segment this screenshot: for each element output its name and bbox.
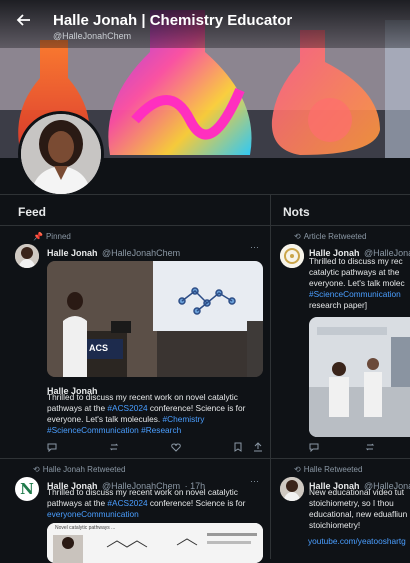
- retweet-icon: ⟲: [33, 465, 40, 474]
- post-divider: [271, 458, 410, 459]
- more-options-icon[interactable]: ···: [250, 476, 259, 486]
- avatar[interactable]: [15, 244, 39, 268]
- section-divider: [0, 194, 410, 195]
- hashtag-link[interactable]: #ScienceCommunication: [309, 289, 410, 300]
- post-text: Thrilled to discuss my recent work on no…: [47, 487, 265, 520]
- retweet-indicator: ⟲ Halle Jonah Retweeted: [33, 465, 126, 474]
- profile-title: Halle Jonah | Chemistry Educator: [53, 12, 293, 29]
- post-text-line: catalytic pathways at the: [309, 267, 400, 277]
- hashtag-link[interactable]: everyoneCommunication: [47, 509, 265, 520]
- feed-column-title: Feed: [18, 205, 47, 219]
- post-text: Thrilled to discuss my rec catalytic pat…: [309, 256, 410, 311]
- retweet-icon: ⟲: [294, 232, 301, 241]
- post-text-line: educational, new eduafliun: [309, 509, 408, 519]
- retweet-icon[interactable]: [365, 442, 375, 454]
- profile-handle: @HalleJonahChem: [53, 31, 132, 41]
- retweet-icon[interactable]: [109, 442, 119, 454]
- post-text: Thrilled to discuss my recent work on no…: [47, 392, 265, 436]
- share-icon[interactable]: [253, 442, 263, 454]
- notes-column-title: Nots: [283, 205, 310, 219]
- post-text-line: everyone. Let's talk molecules. #Chemist…: [47, 414, 205, 424]
- reply-icon[interactable]: [309, 442, 319, 454]
- post-actions: [47, 442, 265, 454]
- author-handle[interactable]: @HalleJonahChem: [102, 248, 180, 258]
- post-media-image[interactable]: [309, 317, 410, 437]
- column-separator: [270, 195, 271, 559]
- post-text-line: stoichiometry, so I thou: [309, 498, 394, 508]
- back-arrow-icon[interactable]: [14, 12, 34, 32]
- pinned-indicator: 📌 Pinned: [33, 232, 71, 241]
- more-options-icon[interactable]: ···: [250, 242, 259, 252]
- column-header-divider: [0, 225, 410, 226]
- hashtag-link[interactable]: #ScienceCommunication #Research: [47, 425, 265, 436]
- like-icon[interactable]: [171, 442, 181, 454]
- retweet-icon: ⟲: [294, 465, 301, 474]
- post-text-line: pathways at the #ACS2024 conference! Sci…: [47, 498, 246, 508]
- hashtag-link[interactable]: #ACS2024: [107, 403, 147, 413]
- preview-text: Novel catalytic pathways ...: [55, 525, 116, 531]
- avatar[interactable]: N: [15, 477, 39, 501]
- post-text-line: pathways at the #ACS2024 conference! Sci…: [47, 403, 246, 413]
- post-media-preview[interactable]: Novel catalytic pathways ...: [47, 523, 263, 563]
- bookmark-icon[interactable]: [233, 442, 243, 454]
- avatar[interactable]: [280, 477, 304, 501]
- post-divider: [0, 458, 270, 459]
- post-text: New educational video tut stoichiometry,…: [309, 487, 410, 531]
- post-author[interactable]: Halle Jonah @HalleJonahChem: [47, 243, 180, 261]
- avatar-letter: N: [20, 480, 34, 498]
- post-media-image[interactable]: ACS: [47, 261, 263, 377]
- hashtag-link[interactable]: #Chemistry: [163, 414, 205, 424]
- post-text-line: Thrilled to discuss my rec: [309, 256, 403, 266]
- post-text-line: research paper]: [309, 300, 368, 310]
- post-text-line: everyone. Let's talk molec: [309, 278, 405, 288]
- reply-icon[interactable]: [47, 442, 57, 454]
- post-text-line: Thrilled to discuss my recent work on no…: [47, 392, 238, 402]
- pin-icon: 📌: [33, 232, 43, 241]
- retweet-indicator: ⟲ Halle Retweeted: [294, 465, 363, 474]
- slide-badge: ACS: [89, 343, 109, 353]
- hashtag-link[interactable]: #ACS2024: [107, 498, 147, 508]
- post-text-line: New educational video tut: [309, 487, 405, 497]
- post-actions: [309, 442, 409, 454]
- profile-avatar[interactable]: [18, 111, 104, 197]
- retweet-indicator: ⟲ Article Retweeted: [294, 232, 367, 241]
- avatar[interactable]: [280, 244, 304, 268]
- post-text-line: stoichiometry!: [309, 520, 361, 530]
- author-name[interactable]: Halle Jonah: [47, 248, 98, 258]
- video-link[interactable]: youtube.com/yeatooshartg: [308, 536, 406, 546]
- post-text-line: Thrilled to discuss my recent work on no…: [47, 487, 238, 497]
